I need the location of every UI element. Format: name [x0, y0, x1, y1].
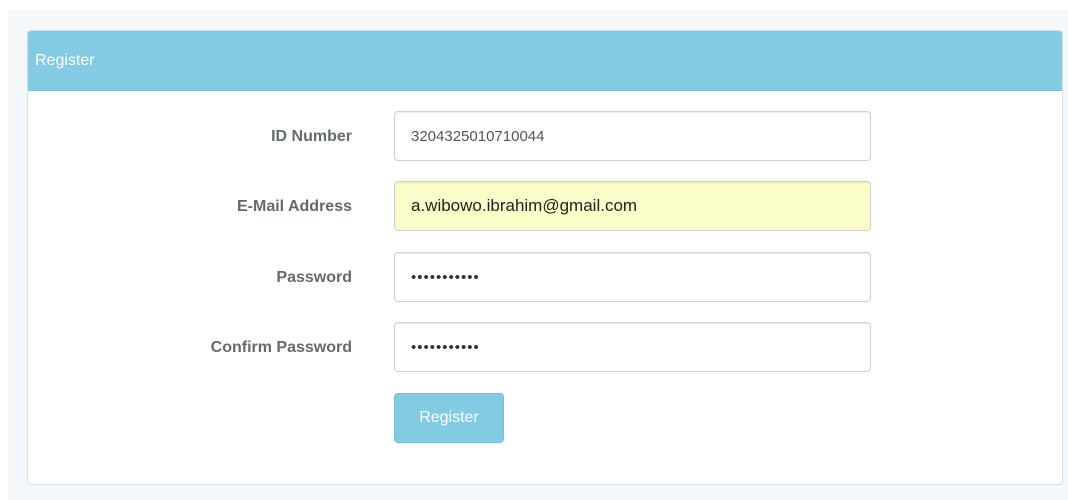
- email-row: E-Mail Address: [28, 181, 1062, 233]
- confirm-password-input[interactable]: [394, 322, 871, 372]
- panel-heading: Register: [28, 31, 1062, 91]
- email-label: E-Mail Address: [237, 198, 352, 215]
- register-button[interactable]: Register: [394, 393, 504, 443]
- confirm-password-label: Confirm Password: [210, 339, 352, 356]
- password-label: Password: [276, 269, 352, 286]
- id-number-input[interactable]: [394, 111, 871, 161]
- page: Register ID Number E-Mail Address Passwo…: [0, 0, 1068, 500]
- confirm-password-row: Confirm Password: [28, 322, 1062, 374]
- id-number-label: ID Number: [271, 128, 352, 145]
- register-panel: Register ID Number E-Mail Address Passwo…: [27, 30, 1063, 485]
- id-number-row: ID Number: [28, 111, 1062, 163]
- password-input[interactable]: [394, 252, 871, 302]
- email-input[interactable]: [394, 181, 871, 231]
- password-row: Password: [28, 252, 1062, 304]
